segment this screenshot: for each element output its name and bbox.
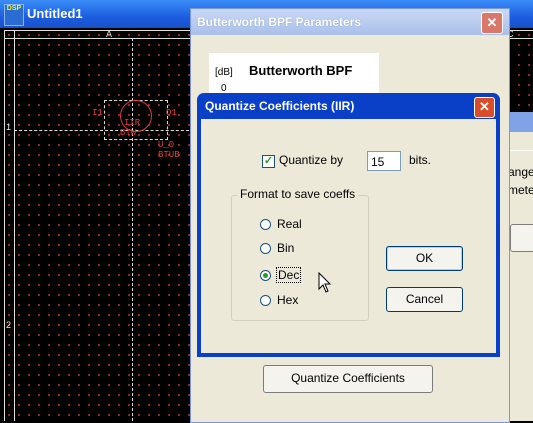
component-output-label: O1 bbox=[166, 108, 177, 118]
cancel-button[interactable]: Cancel bbox=[386, 287, 463, 312]
radio-dec[interactable] bbox=[260, 270, 271, 281]
component-ref: U_0 bbox=[158, 140, 175, 150]
butterworth-close-button[interactable]: ✕ bbox=[481, 12, 503, 34]
quantize-coefficients-button[interactable]: Quantize Coefficients bbox=[263, 365, 433, 393]
graph-title: Butterworth BPF bbox=[249, 63, 353, 78]
partial-dialog-button[interactable] bbox=[510, 224, 533, 252]
partial-text-2: mete bbox=[508, 183, 533, 197]
butterworth-titlebar[interactable]: Butterworth BPF Parameters ✕ bbox=[191, 9, 509, 35]
quantize-dialog-title: Quantize Coefficients (IIR) bbox=[205, 99, 355, 113]
component-input-label: I1 bbox=[92, 108, 103, 118]
component-name: IIR bbox=[124, 118, 141, 128]
mouse-cursor-icon bbox=[318, 272, 332, 293]
format-label-real: Real bbox=[277, 217, 302, 231]
partial-text-1: ange bbox=[508, 165, 533, 179]
ruler-left-line bbox=[4, 30, 5, 421]
format-label-bin: Bin bbox=[277, 241, 295, 255]
dsp-app-icon: DSP bbox=[4, 4, 24, 26]
radio-bin[interactable] bbox=[260, 243, 271, 254]
radio-real[interactable] bbox=[260, 219, 271, 230]
component-ref-type: BTUB bbox=[158, 150, 180, 160]
quantize-close-button[interactable]: ✕ bbox=[474, 97, 495, 118]
component-type: BTW bbox=[120, 128, 137, 138]
quantize-dialog: Quantize Coefficients (IIR) ✕ ✓ Quantize… bbox=[197, 93, 500, 357]
butterworth-title: Butterworth BPF Parameters bbox=[197, 15, 362, 29]
row-label-1: 1 bbox=[6, 122, 12, 132]
crosshair-vertical bbox=[132, 38, 133, 421]
ruler-left-inner-line bbox=[14, 30, 15, 421]
format-groupbox bbox=[231, 195, 369, 321]
radio-hex[interactable] bbox=[260, 295, 271, 306]
row-label-2: 2 bbox=[6, 320, 12, 330]
format-label-hex: Hex bbox=[277, 293, 299, 307]
bits-label: bits. bbox=[409, 153, 432, 167]
quantize-checkbox-label[interactable]: Quantize by bbox=[279, 153, 343, 167]
format-label-dec: Dec bbox=[276, 267, 302, 283]
bits-input[interactable]: 15 bbox=[367, 151, 401, 171]
quantize-checkbox[interactable]: ✓ bbox=[262, 155, 275, 168]
radio-dec-selected-dot bbox=[263, 273, 268, 278]
ok-button[interactable]: OK bbox=[386, 246, 463, 271]
format-group-label: Format to save coeffs bbox=[237, 187, 359, 201]
graph-unit-label: [dB] bbox=[215, 67, 233, 78]
column-label-a: A bbox=[106, 29, 113, 39]
quantize-dialog-body: ✓ Quantize by 15 bits. Format to save co… bbox=[201, 119, 496, 353]
schematic-title: Untitled1 bbox=[27, 6, 83, 21]
